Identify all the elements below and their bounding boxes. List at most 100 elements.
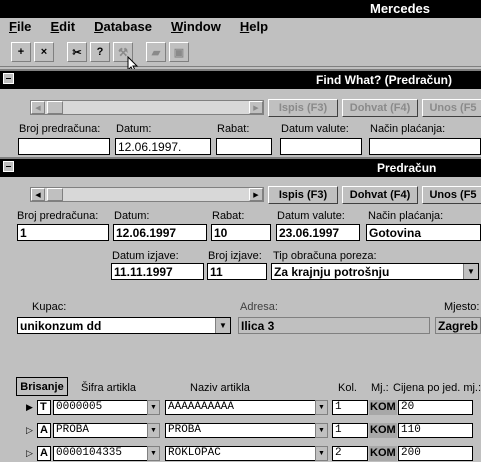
chevron-down-icon[interactable]: ▼ [315,423,328,438]
mjesto-label: Mjesto: [444,301,480,313]
find-datum-field[interactable]: 12.06.1997. [115,138,211,155]
mj-value: KOM [369,400,397,415]
naziv-field[interactable]: ROKLOPAC [165,446,317,461]
find-window-system-menu[interactable] [3,73,14,84]
add-record-icon[interactable]: + [11,42,31,62]
broj-izjave-label: Broj izjave: [208,250,262,262]
toolbar: + × ✂ ? ⚒ ▰ ▣ [0,38,481,74]
menu-help[interactable]: Help [240,19,268,34]
scroll-left-arrow[interactable]: ◀ [31,101,45,114]
menu-file[interactable]: File [9,19,31,34]
cijena-field[interactable]: 200 [398,446,473,461]
kol-header: Kol. [338,382,357,394]
chevron-down-icon[interactable]: ▼ [147,446,160,461]
menu-edit[interactable]: Edit [50,19,75,34]
predracun-system-menu[interactable] [3,161,14,172]
nacin-label: Način plaćanja: [368,210,444,222]
scroll-thumb[interactable] [47,101,63,114]
naziv-header: Naziv artikla [190,382,250,394]
find-window: Find What? (Predračun) ◀ ▶ Ispis (F3) Do… [0,69,481,159]
mjesto-field: Zagreb [435,317,481,334]
kupac-select[interactable]: unikonzum dd ▼ [17,317,231,334]
unos-button[interactable]: Unos (F5 [422,99,481,117]
cijena-field[interactable]: 110 [398,423,473,438]
find-broj-field[interactable] [18,138,110,155]
broj-izjave-field[interactable]: 11 [207,263,267,280]
find-scrollbar[interactable]: ◀ ▶ [30,100,264,115]
find-window-title: Find What? (Predračun) [316,73,452,87]
chevron-down-icon[interactable]: ▼ [463,264,478,279]
find-rabat-field[interactable] [216,138,272,155]
book-icon[interactable]: ▰ [146,42,166,62]
row-type-field[interactable]: A [37,423,51,438]
ispis-button[interactable]: Ispis (F3) [268,99,338,117]
naziv-field[interactable]: AAAAAAAAAA [165,400,317,415]
sifra-field[interactable]: PROBA [53,423,148,438]
sifra-field[interactable]: 0000005 [53,400,148,415]
kupac-label: Kupac: [32,301,67,313]
find-window-title-bar[interactable]: Find What? (Predračun) [0,71,481,89]
nacin-field[interactable]: Gotovina [366,224,481,241]
mj-value: KOM [369,446,397,461]
app-title-bar[interactable]: Mercedes [0,0,481,18]
table-row[interactable]: ▶ T 0000005 ▼ AAAAAAAAAA ▼ 1 KOM 20 [0,400,481,416]
row-type-field[interactable]: T [37,400,51,415]
scroll-right-arrow[interactable]: ▶ [249,101,263,114]
chevron-down-icon[interactable]: ▼ [147,423,160,438]
datum-valute-label: Datum valute: [277,210,345,222]
broj-field[interactable]: 1 [17,224,109,241]
datum-label: Datum: [116,123,152,135]
adresa-field: Ilica 3 [238,317,430,334]
tip-poreza-select[interactable]: Za krajnju potrošnju ▼ [271,263,479,280]
nacin-label: Način plaćanja: [370,123,446,135]
brisanje-button[interactable]: Brisanje [16,377,68,396]
query-icon[interactable]: ? [90,42,110,62]
chevron-down-icon[interactable]: ▼ [147,400,160,415]
table-row[interactable]: ▷ A 0000104335 ▼ ROKLOPAC ▼ 2 KOM 200 [0,446,481,462]
rabat-label: Rabat: [212,210,245,222]
broj-label: Broj predračuna: [19,123,101,135]
cijena-field[interactable]: 20 [398,400,473,415]
dohvat-button[interactable]: Dohvat (F4) [342,99,418,117]
row-type-field[interactable]: A [37,446,51,461]
datum-valute-field[interactable]: 23.06.1997 [276,224,360,241]
predracun-title: Predračun [377,161,437,175]
cut-icon[interactable]: ✂ [67,42,87,62]
predracun-scrollbar[interactable]: ◀ ▶ [30,187,264,202]
sifra-header: Šifra artikla [81,382,137,394]
mj-value: KOM [369,423,397,438]
scroll-thumb[interactable] [47,188,63,201]
kol-field[interactable]: 1 [332,423,368,438]
kol-field[interactable]: 1 [332,400,368,415]
datum-field[interactable]: 12.06.1997 [113,224,207,241]
kupac-value: unikonzum dd [20,319,102,333]
tip-poreza-value: Za krajnju potrošnju [274,265,390,279]
table-row[interactable]: ▷ A PROBA ▼ PROBA ▼ 1 KOM 110 [0,423,481,439]
unos-button[interactable]: Unos (F5 [422,186,481,204]
ispis-button[interactable]: Ispis (F3) [268,186,338,204]
datum-izjave-field[interactable]: 11.11.1997 [111,263,204,280]
find-datum-valute-field[interactable] [280,138,362,155]
adresa-label: Adresa: [240,301,278,313]
save-icon[interactable]: ▣ [169,42,189,62]
predracun-window: Predračun ◀ ▶ Ispis (F3) Dohvat (F4) Uno… [0,157,481,461]
dohvat-button[interactable]: Dohvat (F4) [342,186,418,204]
delete-record-icon[interactable]: × [34,42,54,62]
sifra-field[interactable]: 0000104335 [53,446,148,461]
broj-label: Broj predračuna: [17,210,99,222]
find-nacin-field[interactable] [369,138,481,155]
menu-window[interactable]: Window [171,19,221,34]
chevron-down-icon[interactable]: ▼ [315,400,328,415]
datum-label: Datum: [114,210,150,222]
scroll-left-arrow[interactable]: ◀ [31,188,45,201]
menu-bar: File Edit Database Window Help [0,19,481,37]
rabat-field[interactable]: 10 [211,224,271,241]
predracun-title-bar[interactable]: Predračun [0,159,481,177]
cijena-header: Cijena po jed. mj.: [393,382,481,394]
naziv-field[interactable]: PROBA [165,423,317,438]
menu-database[interactable]: Database [94,19,152,34]
chevron-down-icon[interactable]: ▼ [215,318,230,333]
scroll-right-arrow[interactable]: ▶ [249,188,263,201]
kol-field[interactable]: 2 [332,446,368,461]
chevron-down-icon[interactable]: ▼ [315,446,328,461]
